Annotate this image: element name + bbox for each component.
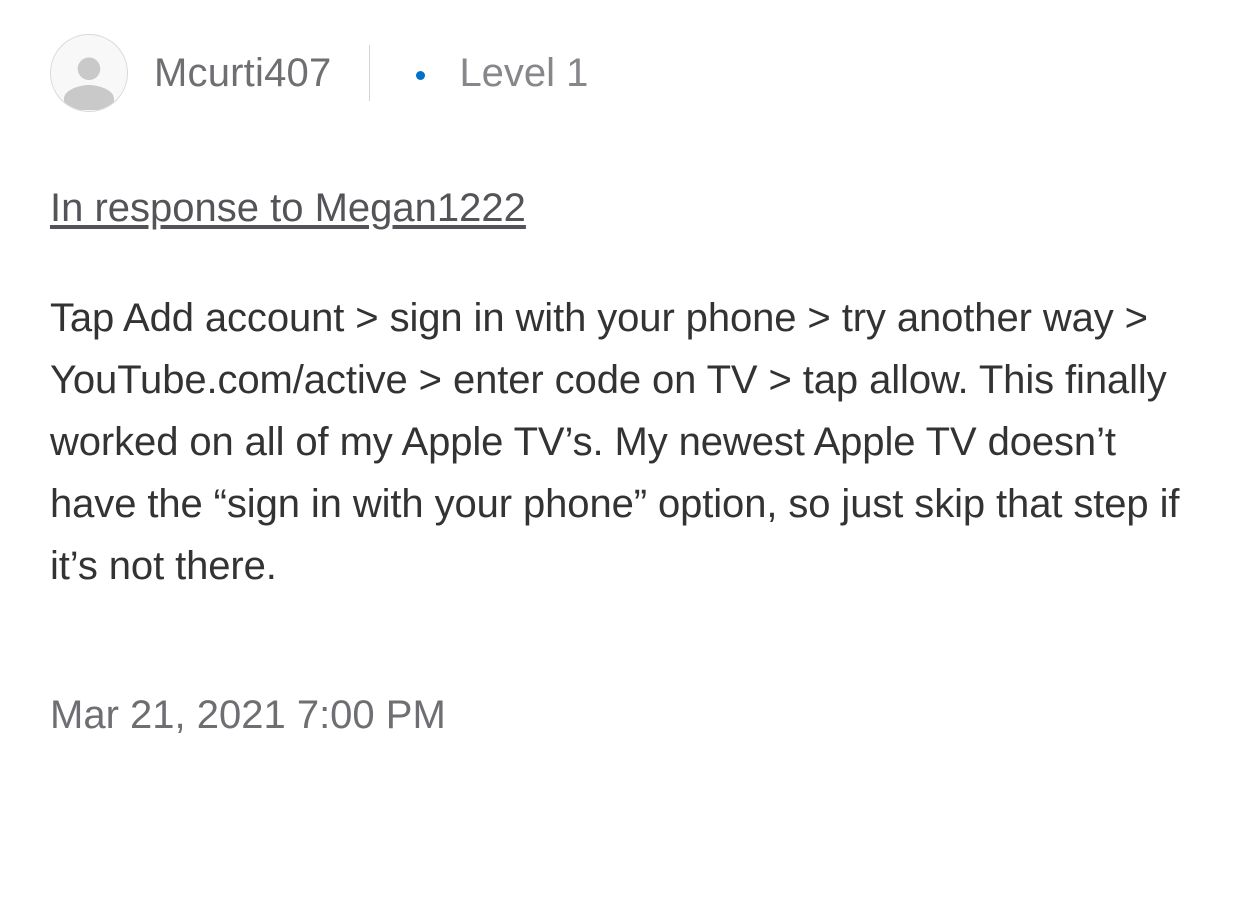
- post-body: Tap Add account > sign in with your phon…: [50, 287, 1192, 597]
- person-icon: [59, 49, 119, 111]
- author-level: Level 1: [459, 51, 588, 96]
- header-divider: [369, 45, 370, 101]
- avatar[interactable]: [50, 34, 128, 112]
- level-bullet-icon: [416, 71, 425, 80]
- author-username[interactable]: Mcurti407: [154, 51, 331, 96]
- post-header: Mcurti407 Level 1: [50, 34, 1192, 112]
- post-timestamp: Mar 21, 2021 7:00 PM: [50, 693, 1192, 738]
- in-response-to-link[interactable]: In response to Megan1222: [50, 186, 526, 231]
- forum-post: Mcurti407 Level 1 In response to Megan12…: [0, 0, 1242, 738]
